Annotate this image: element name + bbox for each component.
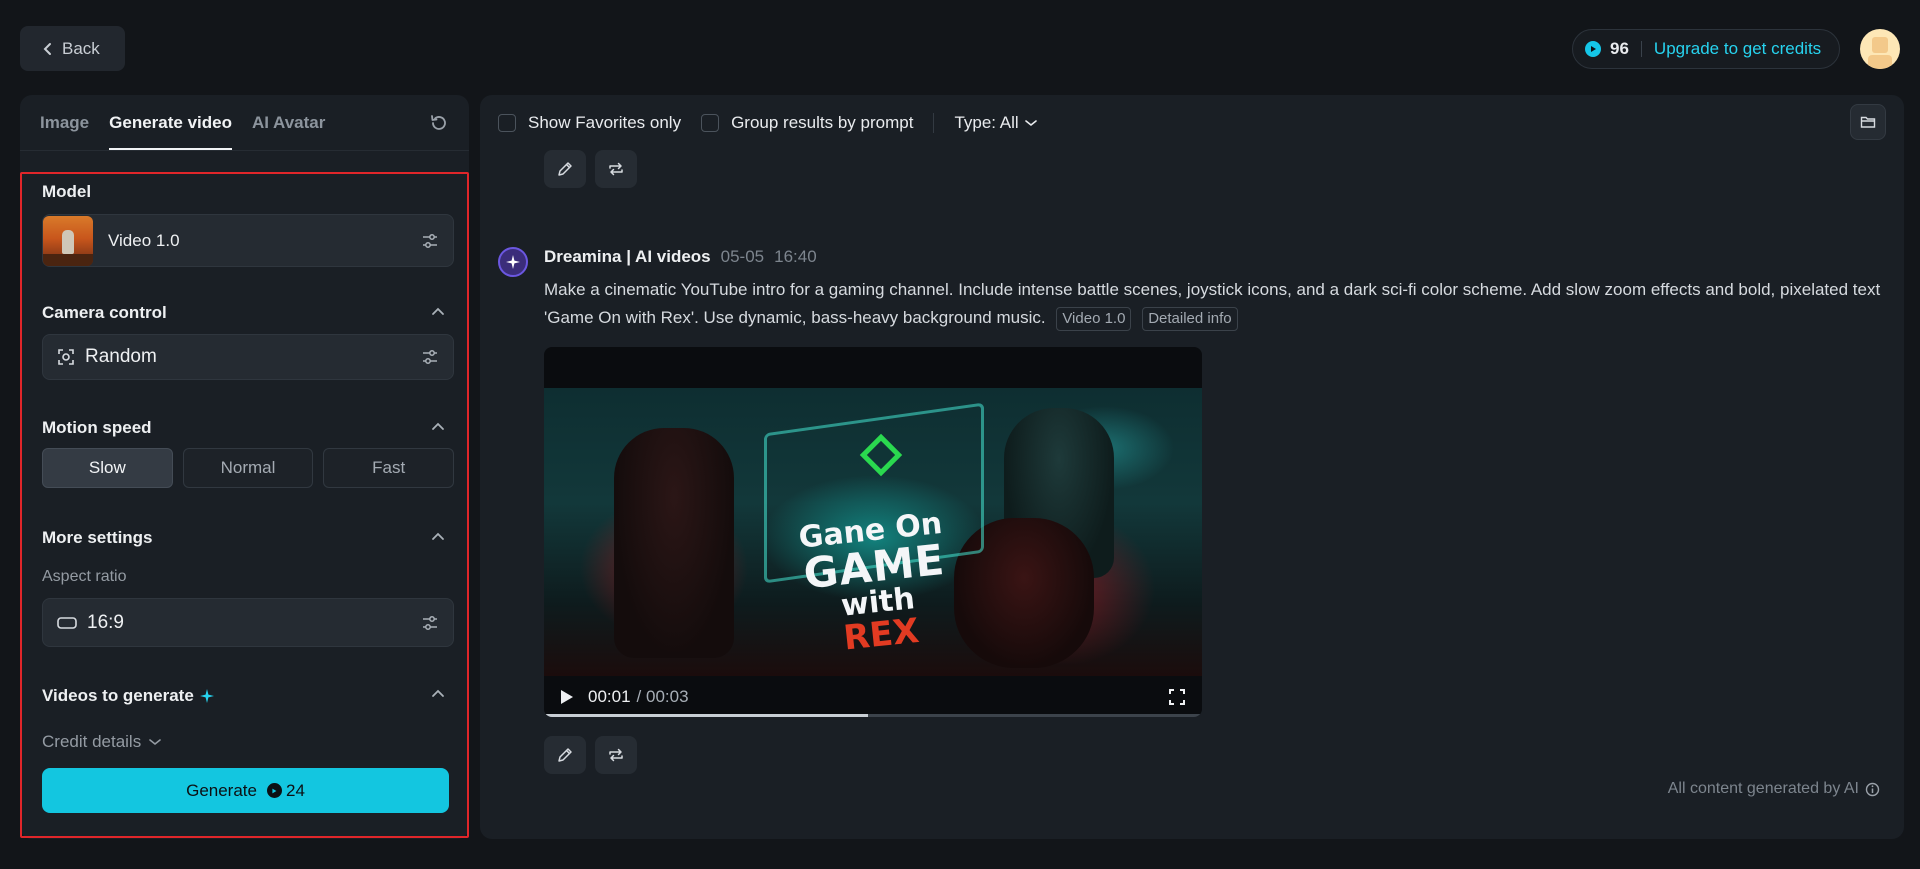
motion-speed-options: Slow Normal Fast xyxy=(42,448,455,488)
fullscreen-icon[interactable] xyxy=(1168,688,1186,706)
speed-fast-button[interactable]: Fast xyxy=(323,448,455,488)
generate-button[interactable]: Generate 24 xyxy=(42,768,449,813)
credits-count: 96 xyxy=(1610,39,1629,58)
aspect-ratio-value: 16:9 xyxy=(87,611,124,633)
tab-image[interactable]: Image xyxy=(40,95,89,150)
type-dropdown[interactable]: Type: All xyxy=(954,112,1037,133)
refresh-icon[interactable] xyxy=(429,113,449,133)
video-progress-bar[interactable] xyxy=(544,714,1202,717)
user-avatar[interactable] xyxy=(1860,29,1900,69)
edit-button[interactable] xyxy=(544,736,586,774)
video-controls: 00:01 / 00:03 xyxy=(544,677,1202,717)
tab-divider xyxy=(20,150,469,151)
edit-button[interactable] xyxy=(544,150,586,188)
settings-section: Model Video 1.0 Camera control Random Mo xyxy=(20,172,469,838)
sliders-icon[interactable] xyxy=(421,232,439,250)
detailed-info-tag[interactable]: Detailed info xyxy=(1142,307,1238,331)
group-checkbox[interactable] xyxy=(701,113,720,132)
back-button[interactable]: Back xyxy=(20,26,125,71)
regenerate-button[interactable] xyxy=(595,736,637,774)
credit-icon xyxy=(1585,41,1601,57)
model-thumbnail xyxy=(43,215,93,266)
repeat-icon xyxy=(609,748,623,762)
post-author: Dreamina | AI videos xyxy=(544,247,711,266)
folder-button[interactable] xyxy=(1850,104,1886,140)
dreamina-avatar xyxy=(498,247,528,277)
folder-icon xyxy=(1860,116,1876,128)
chevron-left-icon xyxy=(43,42,51,55)
video-title-overlay: Gane On GAME with REX xyxy=(769,506,982,662)
tab-ai-avatar[interactable]: AI Avatar xyxy=(252,95,325,150)
pencil-icon xyxy=(558,162,572,176)
generate-cost: 24 xyxy=(266,780,305,801)
video-player[interactable]: Gane On GAME with REX 00:01 / 00:03 xyxy=(544,347,1202,717)
generation-settings-panel: Image Generate video AI Avatar Model Vid… xyxy=(20,95,469,839)
camera-control-value: Random xyxy=(85,346,157,367)
sliders-icon[interactable] xyxy=(421,348,439,366)
motion-speed-title: Motion speed xyxy=(42,418,152,437)
aspect-ratio-selector[interactable]: 16:9 xyxy=(42,598,454,647)
pencil-icon xyxy=(558,748,572,762)
chevron-down-icon xyxy=(149,739,162,746)
results-panel: Show Favorites only Group results by pro… xyxy=(480,95,1904,839)
divider xyxy=(1640,41,1642,57)
chevron-up-icon[interactable] xyxy=(431,531,445,541)
speed-slow-button[interactable]: Slow xyxy=(42,448,173,488)
mode-tabs: Image Generate video AI Avatar xyxy=(40,95,325,150)
favorites-filter[interactable]: Show Favorites only xyxy=(498,113,681,133)
ai-content-note: All content generated by AI xyxy=(1668,780,1880,798)
generate-cost-value: 24 xyxy=(285,780,305,800)
favorites-checkbox[interactable] xyxy=(498,113,516,132)
model-tag[interactable]: Video 1.0 xyxy=(1056,307,1132,331)
upgrade-link[interactable]: Upgrade to get credits xyxy=(1654,39,1821,59)
rectangle-icon xyxy=(57,616,77,629)
regenerate-button[interactable] xyxy=(595,150,637,188)
sparkle-icon xyxy=(199,689,214,703)
tab-generate-video[interactable]: Generate video xyxy=(109,95,232,150)
credit-details-label: Credit details xyxy=(42,732,142,751)
credit-details-toggle[interactable]: Credit details xyxy=(42,732,162,752)
type-label: Type: All xyxy=(954,112,1019,132)
post-time: 16:40 xyxy=(774,247,817,266)
chevron-up-icon[interactable] xyxy=(431,688,445,698)
aspect-ratio-label: Aspect ratio xyxy=(42,568,127,585)
model-selector[interactable]: Video 1.0 xyxy=(42,214,454,267)
video-progress-fill xyxy=(544,714,869,717)
more-settings-title: More settings xyxy=(42,528,153,547)
chevron-up-icon[interactable] xyxy=(431,421,445,431)
videos-to-generate-label: Videos to generate xyxy=(42,686,194,705)
back-label: Back xyxy=(62,38,100,58)
group-label: Group results by prompt xyxy=(731,112,914,132)
post-header: Dreamina | AI videos 05-05 16:40 xyxy=(544,247,817,267)
camera-control-title: Camera control xyxy=(42,303,167,322)
favorites-label: Show Favorites only xyxy=(528,112,682,132)
speed-normal-button[interactable]: Normal xyxy=(182,448,314,488)
divider xyxy=(933,112,935,133)
model-title: Model xyxy=(42,182,92,201)
post-prompt: Make a cinematic YouTube intro for a gam… xyxy=(544,276,1884,332)
post-date: 05-05 xyxy=(720,247,765,266)
camera-focus-icon xyxy=(58,349,74,365)
videos-to-generate-title: Videos to generate xyxy=(42,686,214,706)
play-icon[interactable] xyxy=(560,689,574,705)
results-filters: Show Favorites only Group results by pro… xyxy=(498,95,1037,150)
credits-pill[interactable]: 96 Upgrade to get credits xyxy=(1572,29,1840,69)
info-icon[interactable] xyxy=(1865,782,1880,797)
ai-content-note-text: All content generated by AI xyxy=(1667,780,1859,797)
sliders-icon[interactable] xyxy=(421,614,439,632)
chevron-up-icon[interactable] xyxy=(431,306,445,316)
model-value: Video 1.0 xyxy=(108,230,180,250)
group-filter[interactable]: Group results by prompt xyxy=(701,113,913,133)
duration: / 00:03 xyxy=(636,687,689,706)
chevron-down-icon xyxy=(1024,119,1037,126)
video-frame: Gane On GAME with REX xyxy=(544,388,1202,676)
generate-label: Generate xyxy=(186,780,257,800)
sparkle-icon xyxy=(506,255,520,269)
repeat-icon xyxy=(609,162,623,176)
current-time: 00:01 xyxy=(588,687,631,706)
camera-control-selector[interactable]: Random xyxy=(42,334,454,380)
credit-icon xyxy=(266,783,282,798)
